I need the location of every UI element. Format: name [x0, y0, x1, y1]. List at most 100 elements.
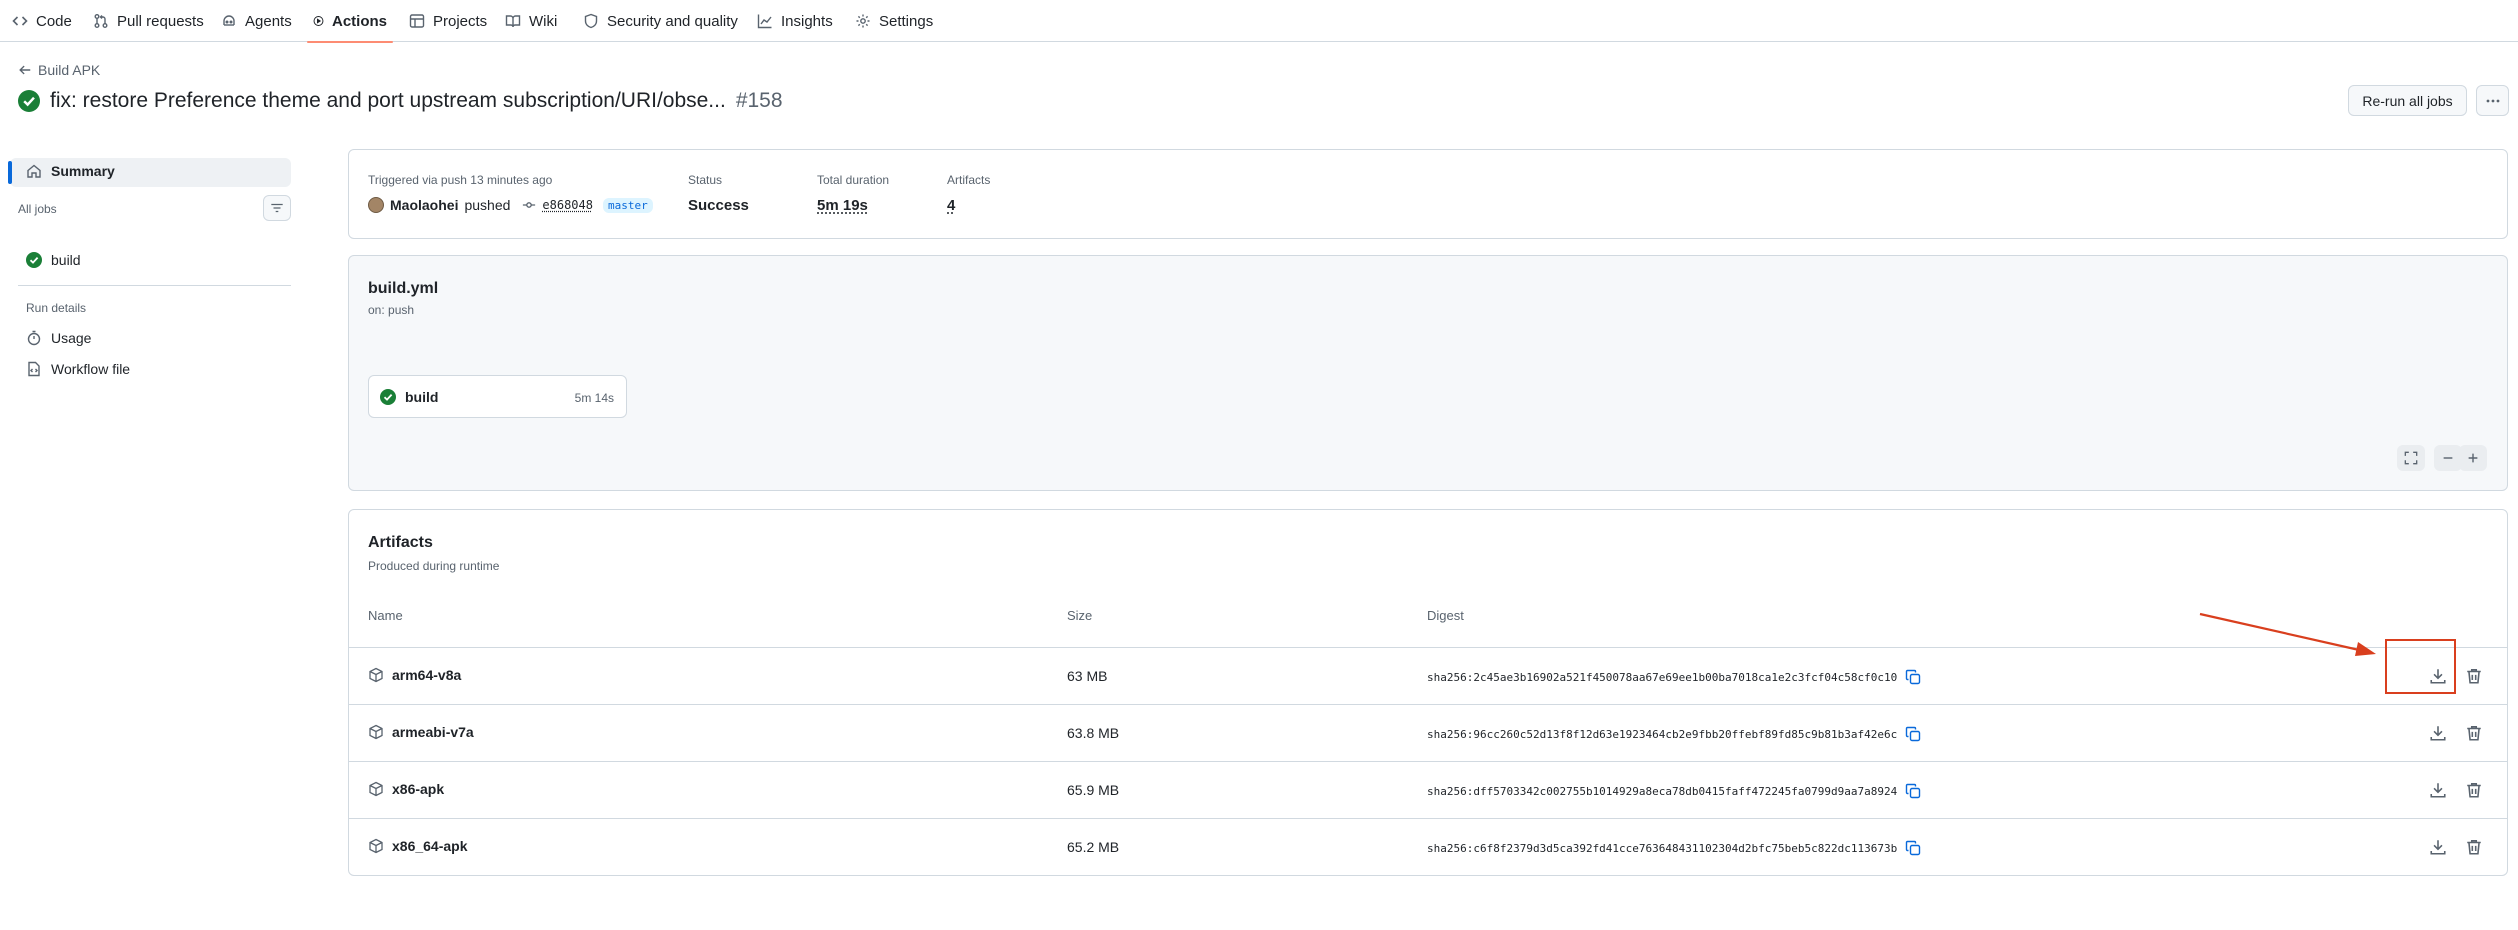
repo-nav: Code Pull requests Agents Actions Projec…: [0, 0, 2518, 43]
download-icon[interactable]: [2429, 724, 2447, 742]
status-value: Success: [688, 197, 749, 214]
tab-settings-label: Settings: [879, 12, 934, 30]
artifact-digest-value: sha256:96cc260c52d13f8f12d63e1923464cb2e…: [1427, 727, 1898, 741]
filter-jobs-button[interactable]: [263, 195, 291, 221]
commit-sha[interactable]: e868048: [542, 198, 593, 212]
kebab-horizontal-icon: [2486, 99, 2499, 102]
column-header-digest: Digest: [1427, 608, 1464, 623]
artifact-name[interactable]: armeabi-v7a: [368, 724, 474, 740]
download-icon[interactable]: [2429, 838, 2447, 856]
gear-icon: [856, 14, 870, 28]
fullscreen-button[interactable]: [2397, 445, 2425, 471]
sidebar-item-build[interactable]: build: [26, 252, 81, 268]
row-divider: [348, 818, 2508, 819]
status-label: Status: [688, 173, 723, 187]
trash-icon[interactable]: [2465, 838, 2483, 856]
tab-pull-requests[interactable]: Pull requests: [87, 0, 210, 42]
artifact-size: 65.9 MB: [1067, 782, 1120, 798]
tab-insights-label: Insights: [781, 12, 833, 30]
filter-icon: [271, 203, 283, 213]
zoom-out-button[interactable]: [2434, 445, 2462, 471]
code-icon: [12, 16, 28, 26]
duration-value[interactable]: 5m 19s: [817, 197, 868, 214]
package-icon: [369, 781, 383, 797]
arrow-left-icon: [19, 65, 31, 75]
tab-agents[interactable]: Agents: [215, 0, 298, 42]
minus-icon: [2443, 457, 2453, 459]
copy-icon[interactable]: [1905, 783, 1921, 799]
sidebar-item-usage[interactable]: Usage: [26, 330, 91, 346]
sidebar-summary-label: Summary: [51, 163, 115, 179]
sidebar-workflow-file-label: Workflow file: [51, 361, 131, 377]
rerun-all-jobs-button[interactable]: Re-run all jobs: [2348, 85, 2467, 116]
tab-pull-requests-label: Pull requests: [117, 12, 204, 30]
trash-icon[interactable]: [2465, 781, 2483, 799]
artifact-size: 63 MB: [1067, 668, 1108, 684]
actor-name[interactable]: Maolaohei: [390, 197, 458, 213]
sidebar-divider: [18, 285, 291, 286]
tab-projects[interactable]: Projects: [403, 0, 493, 42]
success-check-icon: [380, 389, 396, 405]
artifact-digest: sha256:2c45ae3b16902a521f450078aa67e69ee…: [1427, 669, 1921, 685]
tab-code-label: Code: [36, 12, 72, 30]
sidebar-summary-row[interactable]: Summary: [26, 163, 115, 179]
tab-settings[interactable]: Settings: [849, 0, 939, 42]
package-icon: [369, 838, 383, 854]
tab-wiki[interactable]: Wiki: [499, 0, 563, 42]
tab-security[interactable]: Security and quality: [577, 0, 744, 42]
shield-icon: [584, 13, 598, 29]
artifact-name-label: arm64-v8a: [392, 667, 462, 683]
job-node-build[interactable]: build 5m 14s: [368, 375, 627, 418]
artifact-digest: sha256:c6f8f2379d3d5ca392fd41cce76364843…: [1427, 840, 1921, 856]
artifact-name[interactable]: arm64-v8a: [368, 667, 461, 683]
sidebar-item-workflow-file[interactable]: Workflow file: [26, 361, 130, 377]
branch-badge[interactable]: master: [602, 197, 653, 213]
actor-action: pushed: [464, 197, 511, 213]
trash-icon[interactable]: [2465, 724, 2483, 742]
workflow-file-name[interactable]: build.yml: [368, 280, 438, 298]
page-title: fix: restore Preference theme and port u…: [50, 89, 726, 112]
play-icon: [313, 16, 324, 26]
artifact-size: 63.8 MB: [1067, 725, 1120, 741]
artifact-digest-value: sha256:dff5703342c002755b1014929a8eca78d…: [1427, 784, 1898, 798]
zoom-in-button[interactable]: [2459, 445, 2487, 471]
package-icon: [369, 667, 383, 683]
stopwatch-icon: [27, 330, 41, 346]
workflow-graph-card: build.yml on: push: [348, 255, 2508, 491]
fullscreen-icon: [2404, 451, 2418, 465]
annotation-highlight-box: [2385, 639, 2456, 694]
row-divider: [348, 704, 2508, 705]
artifacts-subtitle: Produced during runtime: [368, 559, 500, 573]
tab-security-label: Security and quality: [607, 12, 738, 30]
trigger-details: Maolaohei pushed e868048 master: [368, 197, 653, 213]
row-divider: [348, 761, 2508, 762]
artifacts-title: Artifacts: [368, 534, 433, 551]
artifact-name[interactable]: x86_64-apk: [368, 838, 468, 854]
trash-icon[interactable]: [2465, 667, 2483, 685]
artifacts-count-value[interactable]: 4: [947, 197, 955, 214]
back-link[interactable]: Build APK: [18, 62, 100, 78]
artifact-digest-value: sha256:2c45ae3b16902a521f450078aa67e69ee…: [1427, 670, 1898, 684]
column-header-name: Name: [368, 608, 403, 623]
tab-code[interactable]: Code: [6, 0, 78, 42]
all-jobs-label: All jobs: [18, 202, 57, 216]
artifact-name[interactable]: x86-apk: [368, 781, 444, 797]
run-number: #158: [735, 89, 783, 112]
more-options-button[interactable]: [2476, 85, 2509, 116]
tab-insights[interactable]: Insights: [751, 0, 839, 42]
tab-actions-label: Actions: [331, 12, 387, 30]
home-icon: [27, 164, 41, 178]
artifact-digest-value: sha256:c6f8f2379d3d5ca392fd41cce76364843…: [1427, 841, 1898, 855]
copy-icon[interactable]: [1905, 726, 1921, 742]
job-node-duration: 5m 14s: [574, 391, 614, 405]
commit-icon: [523, 202, 536, 208]
column-header-size: Size: [1067, 608, 1093, 623]
copy-icon[interactable]: [1905, 669, 1921, 685]
tab-wiki-label: Wiki: [529, 12, 558, 30]
copy-icon[interactable]: [1905, 840, 1921, 856]
artifact-name-label: x86_64-apk: [392, 838, 468, 854]
tab-actions[interactable]: Actions: [307, 0, 393, 43]
download-icon[interactable]: [2429, 781, 2447, 799]
sidebar-usage-label: Usage: [51, 330, 92, 346]
duration-label: Total duration: [817, 173, 890, 187]
